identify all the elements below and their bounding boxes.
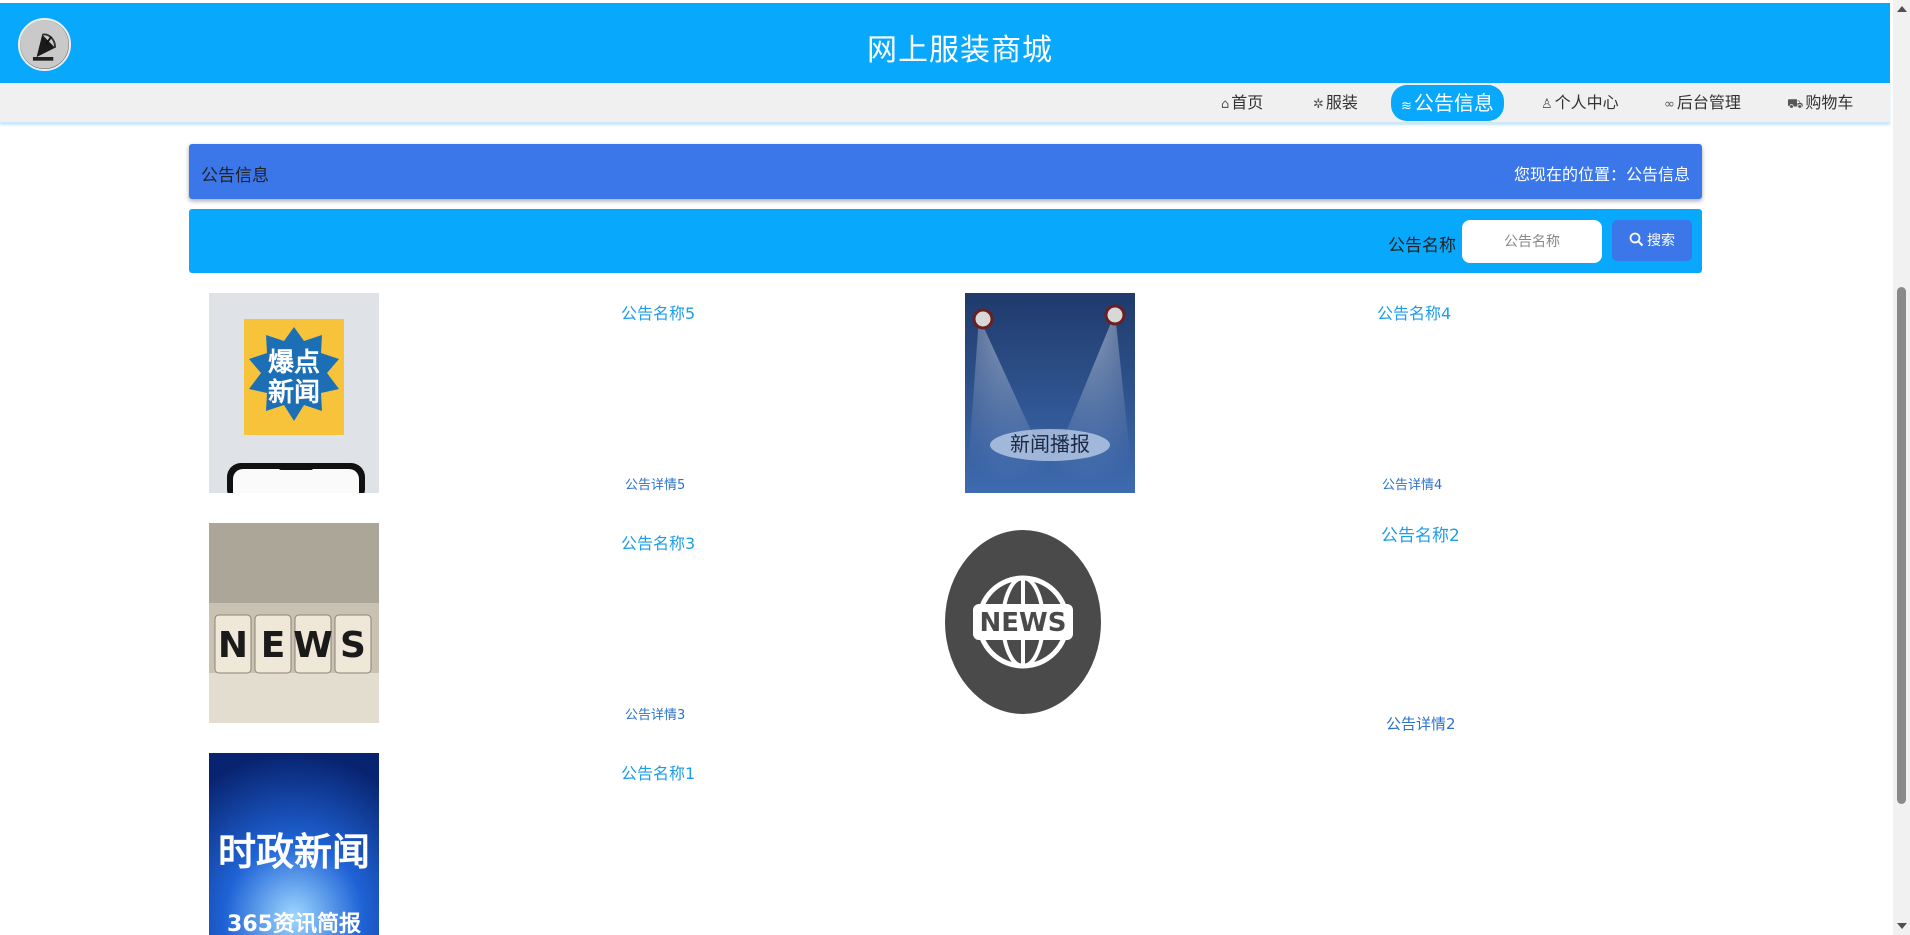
svg-text:新闻: 新闻 [268,377,320,408]
nav-item-label: 个人中心 [1554,93,1619,112]
search-button[interactable]: 搜索 [1612,220,1692,261]
political-news-poster: 时政新闻 365资讯简报 [209,753,379,935]
svg-text:E: E [261,625,286,666]
news-detail-2[interactable]: 公告详情2 [1386,713,1456,734]
news-broadcast-stage: 新闻播报 [965,293,1135,493]
search-icon [1629,232,1644,251]
news-detail-4[interactable]: 公告详情4 [1382,474,1442,493]
nav-item-personal-center[interactable]: ♙ 个人中心 [1533,88,1627,118]
svg-text:爆点: 爆点 [268,347,320,378]
svg-text:S: S [340,625,366,666]
news-title-3[interactable]: 公告名称3 [621,530,695,554]
search-button-label: 搜索 [1647,233,1675,250]
search-input[interactable] [1462,220,1602,263]
site-header: 网上服装商城 [0,3,1890,83]
nav-item-cart[interactable]: ⛟ 购物车 [1779,88,1861,118]
link-icon: ∞ [1664,97,1675,112]
news-image-2[interactable]: NEWS [943,530,1103,714]
news-letter-blocks: N E W S [209,523,379,723]
svg-text:NEWS: NEWS [980,608,1067,638]
search-label: 公告名称 [1388,236,1456,256]
page: 网上服装商城 ⌂ 首页 ✲ 服装 ≋ 公告信息 ♙ 个人中心 ∞ 后台管理 ⛟ 购物车 公告… [0,0,1910,935]
explosive-news-poster: 爆点 新闻 [209,293,379,493]
breadcrumb-bar: 公告信息 您现在的位置：公告信息 [189,144,1702,199]
news-image-3[interactable]: N E W S [209,523,379,723]
nav-item-admin[interactable]: ∞ 后台管理 [1656,88,1749,118]
home-icon: ⌂ [1221,97,1230,112]
svg-text:N: N [218,625,248,666]
news-title-5[interactable]: 公告名称5 [621,300,695,324]
news-title-4[interactable]: 公告名称4 [1377,300,1451,324]
nav-item-label: 首页 [1231,93,1264,112]
news-detail-5[interactable]: 公告详情5 [625,474,685,493]
nav-item-label: 公告信息 [1413,91,1494,115]
user-icon: ♙ [1541,97,1553,112]
nav-item-label: 服装 [1325,93,1358,112]
nav-item-label: 购物车 [1805,93,1854,112]
nav-item-announcements[interactable]: ≋ 公告信息 [1391,85,1504,121]
layers-icon: ≋ [1401,99,1412,114]
news-image-1[interactable]: 时政新闻 365资讯简报 [209,753,379,935]
news-image-5[interactable]: 爆点 新闻 [209,293,379,493]
site-title: 网上服装商城 [867,33,1053,68]
svg-text:时政新闻: 时政新闻 [218,830,370,874]
scroll-down-icon[interactable] [1897,923,1907,929]
nav-item-home[interactable]: ⌂ 首页 [1213,88,1271,118]
nav-item-clothing[interactable]: ✲ 服装 [1305,88,1366,118]
nav-item-label: 后台管理 [1676,93,1741,112]
page-title: 公告信息 [201,166,269,186]
search-bar: 公告名称 搜索 [189,209,1702,273]
svg-text:W: W [293,625,333,666]
scroll-thumb[interactable] [1897,287,1906,804]
globe-news-icon: NEWS [945,530,1101,714]
news-image-4[interactable]: 新闻播报 [965,293,1135,493]
gear-icon: ✲ [1313,97,1324,112]
news-detail-3[interactable]: 公告详情3 [625,704,685,723]
news-title-1[interactable]: 公告名称1 [621,760,695,784]
svg-text:365资讯简报: 365资讯简报 [227,911,361,935]
page-scrollbar[interactable] [1893,0,1910,935]
scroll-up-icon[interactable] [1897,6,1907,12]
news-title-2[interactable]: 公告名称2 [1381,521,1460,546]
main-nav: ⌂ 首页 ✲ 服装 ≋ 公告信息 ♙ 个人中心 ∞ 后台管理 ⛟ 购物车 [0,83,1890,123]
breadcrumb: 您现在的位置：公告信息 [1513,165,1690,184]
svg-text:新闻播报: 新闻播报 [1010,432,1090,456]
cart-icon: ⛟ [1787,97,1804,112]
